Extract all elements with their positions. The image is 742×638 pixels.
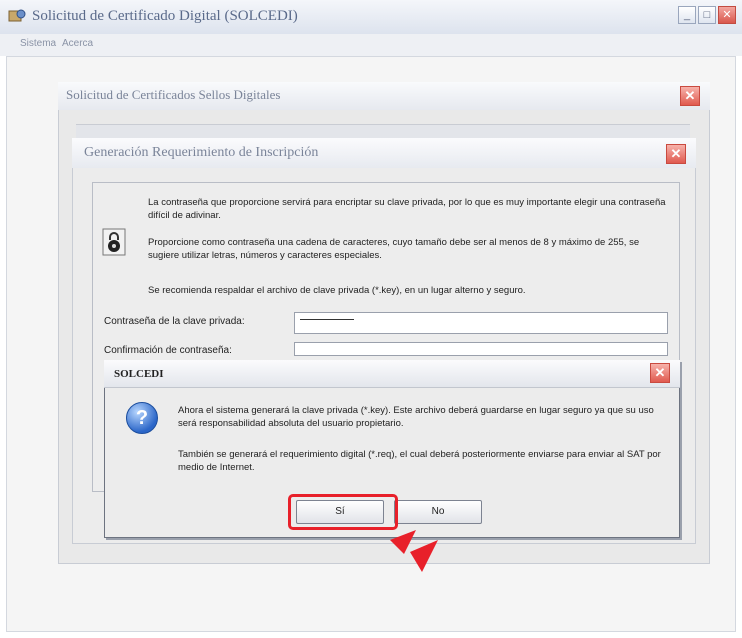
sellos-dialog-title: Solicitud de Certificados Sellos Digital… (66, 87, 281, 102)
message-box-close-button[interactable]: ✕ (650, 363, 670, 383)
yes-button-highlight (288, 494, 398, 530)
main-close-button[interactable]: ✕ (718, 6, 736, 24)
maximize-button[interactable]: □ (698, 6, 716, 24)
lock-icon (102, 228, 126, 256)
message-text-1: Ahora el sistema generará la clave priva… (178, 405, 654, 429)
password-label: Contraseña de la clave privada: (104, 316, 245, 327)
info-text-3: Se recomienda respaldar el archivo de cl… (148, 285, 526, 296)
red-arrow-icon (390, 530, 438, 572)
confirm-password-label: Confirmación de contraseña: (104, 345, 232, 353)
menu-acerca[interactable]: Acerca (62, 38, 93, 49)
generacion-dialog-title: Generación Requerimiento de Inscripción (84, 145, 319, 160)
message-box-title: SOLCEDI (114, 368, 164, 380)
main-window-title: Solicitud de Certificado Digital (SOLCED… (32, 8, 298, 24)
confirm-password-input[interactable] (294, 342, 668, 356)
no-button[interactable]: No (394, 500, 482, 524)
message-text-2: También se generará el requerimiento dig… (178, 449, 661, 473)
password-mask (300, 319, 354, 320)
app-icon (8, 9, 26, 22)
info-text-2: Proporcione como contraseña una cadena d… (148, 237, 640, 261)
message-box-titlebar[interactable] (104, 360, 680, 388)
sellos-dialog-close-button[interactable]: ✕ (680, 86, 700, 106)
info-text-1: La contraseña que proporcione servirá pa… (148, 197, 666, 221)
menu-sistema[interactable]: Sistema (20, 38, 56, 49)
generacion-dialog-close-button[interactable]: ✕ (666, 144, 686, 164)
menu-bar (0, 34, 742, 56)
question-icon: ? (126, 402, 158, 434)
minimize-button[interactable]: _ (678, 6, 696, 24)
password-input[interactable] (294, 312, 668, 334)
